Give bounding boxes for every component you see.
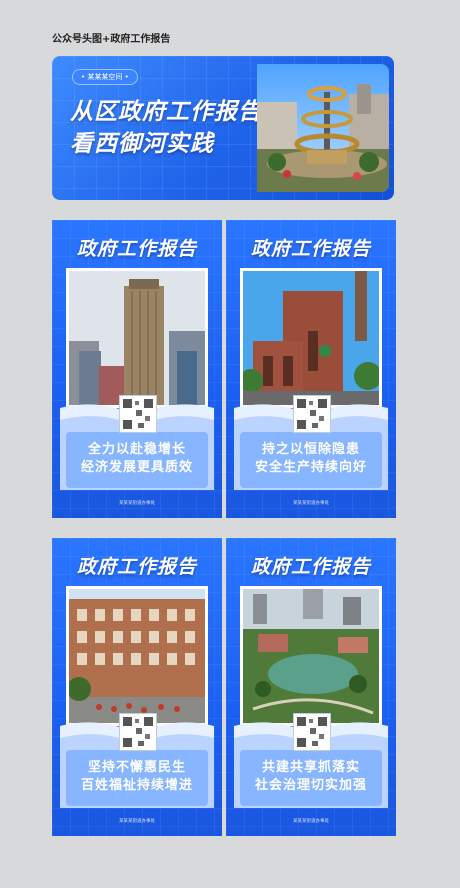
banner-title-line1: 从区政府工作报告 [70,99,262,125]
poster-photo-aerial-park [240,586,382,726]
poster-footer: 某某某街道办事处 [293,819,329,824]
qr-code [293,713,331,751]
poster-line1: 坚持不懈惠民生 [87,760,186,775]
header-banner: • 某某某空间 • 从区政府工作报告 看西御河实践 [52,56,394,200]
qr-code [119,395,157,433]
poster-line2: 百姓福祉持续增进 [80,778,193,793]
poster-line1: 全力以赴稳增长 [87,442,186,457]
poster-line1: 共建共享抓落实 [261,760,360,775]
poster-4: 政府工作报告 共建共享抓落实 社会治理切实加强 某某某街道办事处 [226,538,396,836]
poster-1: 政府工作报告 全力以赴稳增长 经济发展更具质效 某某某街道办事处 [52,220,222,518]
poster-line1: 持之以恒除隐患 [261,442,360,457]
banner-title-line2: 看西御河实践 [70,131,214,157]
poster-title: 政府工作报告 [250,556,371,578]
qr-code [293,395,331,433]
poster-footer: 某某某街道办事处 [119,819,155,824]
poster-photo-skyscraper [66,268,208,408]
page-label: 公众号头图+政府工作报告 [52,34,171,45]
poster-title: 政府工作报告 [250,238,371,260]
poster-3: 政府工作报告 坚持不懈惠民生 百姓福祉持续增进 某某某街道办事处 [52,538,222,836]
poster-title: 政府工作报告 [76,238,197,260]
banner-fountain-photo [257,64,389,192]
poster-line2: 经济发展更具质效 [80,460,193,475]
poster-footer: 某某某街道办事处 [119,501,155,506]
poster-2: 政府工作报告 持之以恒除隐患 安全生产持续向好 某某某街道办事处 [226,220,396,518]
poster-photo-brick-building [240,268,382,408]
poster-title: 政府工作报告 [76,556,197,578]
poster-footer: 某某某街道办事处 [293,501,329,506]
poster-line2: 社会治理切实加强 [254,778,367,793]
banner-tag: • 某某某空间 • [72,69,138,85]
poster-photo-school-building [66,586,208,726]
poster-line2: 安全生产持续向好 [254,460,367,475]
qr-code [119,713,157,751]
